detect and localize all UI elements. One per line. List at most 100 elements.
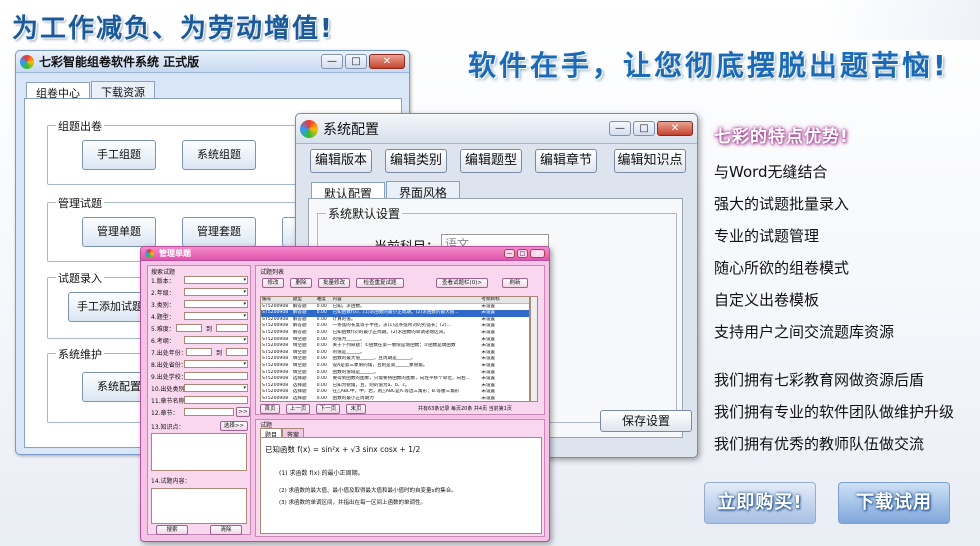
table-row[interactable]: ST5200908 解答题 0.00 计算的值。 未设置: [261, 317, 529, 324]
syllabus-select[interactable]: ▾: [184, 336, 248, 344]
manage-window-title: 管理单题: [159, 249, 191, 258]
close-icon[interactable]: ✕: [657, 121, 693, 136]
table-row[interactable]: ST5200908 选择题 0.00 已知为锐角，且，则的值为a、b、c。 未设置: [261, 383, 529, 390]
table-row[interactable]: ST5200908 填空题 0.00 的值为______。 未设置: [261, 337, 529, 344]
refresh-button[interactable]: 刷新: [502, 278, 528, 288]
table-cell: 0.00: [316, 376, 327, 382]
table-cell: 填空题: [292, 343, 307, 349]
edit-chapter-button[interactable]: 编辑章节: [535, 149, 597, 173]
table-cell: ST5200908: [262, 316, 289, 322]
table-row[interactable]: ST5200908 填空题 0.00 函数的值域是______。 未设置: [261, 370, 529, 377]
table-row[interactable]: ST5200908 解答题 0.00 已知函数f(x)的最小正周期。(2)求函数的单调…: [261, 330, 529, 337]
feature-item: 自定义出卷模板: [714, 291, 820, 309]
group-input-label: 试题录入: [56, 270, 104, 286]
save-settings-button[interactable]: 保存设置: [600, 410, 692, 432]
table-cell: 解答题: [292, 303, 307, 309]
field-province-label: 8.出处省份：: [151, 362, 187, 369]
col-content[interactable]: 内容: [332, 297, 481, 303]
source-type-select[interactable]: ▾: [184, 384, 248, 392]
province-select[interactable]: ▾: [184, 360, 248, 368]
delete-button[interactable]: 删除: [290, 278, 312, 288]
edit-question-type-button[interactable]: 编辑题型: [460, 149, 522, 173]
edit-knowledge-button[interactable]: 编辑知识点: [614, 149, 686, 173]
col-type[interactable]: 题型: [293, 297, 317, 303]
config-window-title: 系统配置: [323, 121, 379, 138]
field-difficulty-label: 5.难度：: [151, 326, 175, 333]
table-row[interactable]: ST5200908 选择题 0.00 在△ABC中，中，若，则△ABC是A.等边三角形…: [261, 389, 529, 396]
maximize-icon[interactable]: □: [345, 54, 367, 69]
table-scrollbar[interactable]: [530, 296, 538, 402]
table-cell: 一条弦的长度等于半径，求(1)这条弦所对的劣弧长；(2)...: [332, 323, 451, 329]
table-row[interactable]: ST5200908 填空题 0.00 关于下列命题：①函数在第一象限是增函数；②函数是…: [261, 343, 529, 350]
table-row[interactable]: ST5200908 解答题 0.00 已知，求函数。 未设置: [261, 304, 529, 311]
difficulty-to-input[interactable]: [216, 324, 248, 332]
table-row[interactable]: ST5200908 解答题 0.00 一条弦的长度等于半径，求(1)这条弦所对的劣弧长…: [261, 323, 529, 330]
school-input[interactable]: [184, 372, 248, 380]
group-maintenance-label: 系统维护: [56, 346, 104, 362]
config-window-titlebar[interactable]: 系统配置 — □ ✕: [296, 114, 697, 144]
edit-category-button[interactable]: 编辑类别: [385, 149, 447, 173]
minimize-icon[interactable]: —: [321, 54, 343, 69]
maximize-icon[interactable]: □: [517, 249, 528, 258]
table-row[interactable]: ST5200908 选择题 0.00 要得到函数的图象，只需要将函数的图象，向左平移个…: [261, 376, 529, 383]
version-select[interactable]: ▾: [184, 276, 248, 284]
table-row[interactable]: ST5200908 填空题 0.00 的值是______。 未设置: [261, 350, 529, 357]
manual-compose-button[interactable]: 手工组题: [82, 140, 156, 170]
search-panel: 搜索试题 1.版本： ▾ 2.年级： ▾ 3.类别： ▾ 4.题型： ▾ 5.难…: [147, 265, 251, 535]
manage-set-button[interactable]: 管理套题: [182, 217, 256, 247]
check-duplicate-button[interactable]: 检查重复试题: [356, 278, 404, 288]
clear-button[interactable]: 清除: [210, 525, 242, 535]
category-select[interactable]: ▾: [184, 300, 248, 308]
feature-item: 随心所欲的组卷模式: [714, 259, 850, 277]
field-type-label: 4.题型：: [151, 314, 175, 321]
manage-window-titlebar[interactable]: 管理单题 — □ ✕: [141, 247, 549, 261]
table-row[interactable]: ST5200908 选择题 0.00 函数的最小正周期为 未设置: [261, 396, 529, 401]
download-trial-button[interactable]: 下载试用: [838, 482, 950, 524]
year-from-input[interactable]: [186, 348, 212, 356]
table-row[interactable]: ST5200908 解答题 0.00 已知函数f(x)...(1)求函数的最小正周期。…: [261, 310, 529, 317]
table-cell: 0.00: [316, 310, 327, 316]
table-row[interactable]: ST5200908 填空题 0.00 函数的最大值______，且周期是______。…: [261, 356, 529, 363]
field-category-label: 3.类别：: [151, 302, 175, 309]
next-page-button[interactable]: 下一页: [316, 404, 340, 414]
close-icon[interactable]: ✕: [369, 54, 405, 69]
grade-select[interactable]: ▾: [184, 288, 248, 296]
table-cell: 未设置: [481, 316, 496, 322]
search-button[interactable]: 搜索: [156, 525, 188, 535]
system-compose-button[interactable]: 系统组题: [182, 140, 256, 170]
chapter-input[interactable]: [184, 408, 234, 416]
close-icon[interactable]: ✕: [530, 249, 545, 258]
table-cell: 填空题: [292, 356, 307, 362]
batch-edit-button[interactable]: 批量修改: [318, 278, 350, 288]
select-knowledge-button[interactable]: 选择>>: [220, 421, 248, 431]
chapter-name-input[interactable]: [184, 396, 248, 404]
maximize-icon[interactable]: □: [633, 121, 655, 136]
content-box[interactable]: [151, 488, 247, 524]
prev-page-button[interactable]: 上一页: [286, 404, 310, 414]
table-cell: 未设置: [481, 323, 496, 329]
minimize-icon[interactable]: —: [504, 249, 515, 258]
edit-version-button[interactable]: 编辑版本: [310, 149, 372, 173]
col-difficulty[interactable]: 难度: [317, 297, 333, 303]
col-id[interactable]: 编号: [261, 297, 293, 303]
difficulty-from-input[interactable]: [176, 324, 202, 332]
edit-button[interactable]: 修改: [262, 278, 284, 288]
knowledge-box[interactable]: [151, 433, 247, 471]
buy-now-button[interactable]: 立即购买!: [704, 482, 816, 524]
field-year-label: 7.出处年份：: [151, 350, 187, 357]
manage-single-button[interactable]: 管理单题: [82, 217, 156, 247]
minimize-icon[interactable]: —: [609, 121, 631, 136]
chapter-pick-button[interactable]: >>: [236, 407, 250, 417]
table-cell: 未设置: [481, 376, 496, 382]
table-cell: ST5200908: [262, 329, 289, 335]
view-basket-button[interactable]: 查看试题栏(0)>: [436, 278, 488, 288]
table-cell: 未设置: [481, 310, 496, 316]
table-row[interactable]: ST5200908 填空题 0.00 设A是第三象限的角，且则是第______象限角。…: [261, 363, 529, 370]
type-select[interactable]: ▾: [184, 312, 248, 320]
table-cell: 选择题: [292, 382, 307, 388]
year-to-input[interactable]: [226, 348, 248, 356]
first-page-button[interactable]: 首页: [260, 404, 280, 414]
col-syllabus[interactable]: 考纲目标: [481, 297, 529, 303]
last-page-button[interactable]: 末页: [346, 404, 366, 414]
main-window-titlebar[interactable]: 七彩智能组卷软件系统 正式版 — □ ✕: [16, 51, 409, 73]
